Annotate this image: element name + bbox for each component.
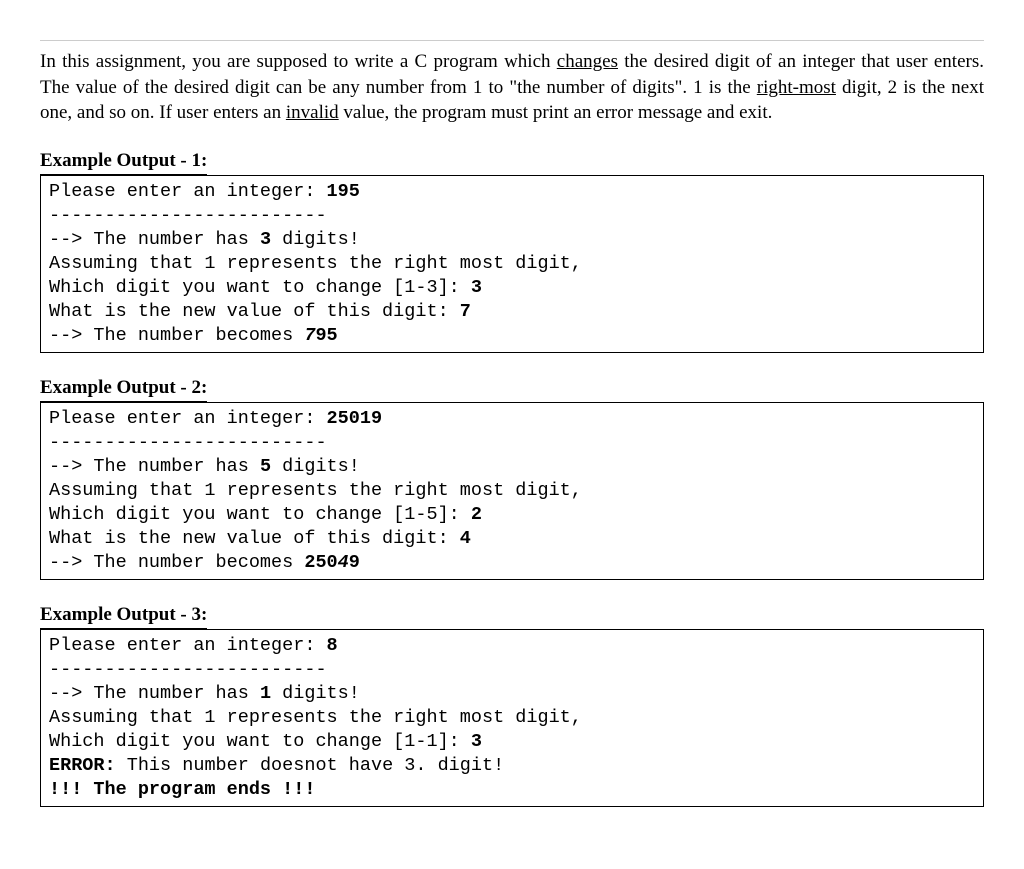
example-2-output: Please enter an integer: 25019----------… [40,402,984,580]
output-segment: Assuming that 1 represents the right mos… [49,480,582,501]
output-line: Please enter an integer: 8 [49,634,975,658]
output-segment: This number doesnot have 3. digit! [116,755,505,776]
output-segment: 95 [315,325,337,346]
output-segment: What is the new value of this digit: [49,528,460,549]
output-segment: 195 [327,181,360,202]
intro-changes: changes [557,51,618,72]
example-2: Example Output - 2: Please enter an inte… [40,375,984,580]
output-line: --> The number has 5 digits! [49,455,975,479]
output-segment: 3 [471,277,482,298]
output-segment: Assuming that 1 represents the right mos… [49,253,582,274]
intro-text-4: value, the program must print an error m… [339,102,773,123]
output-segment: ERROR: [49,755,116,776]
output-segment: 3 [471,731,482,752]
output-line: !!! The program ends !!! [49,778,975,802]
example-2-title: Example Output - 2: [40,375,207,402]
intro-paragraph: In this assignment, you are supposed to … [40,49,984,126]
output-line: --> The number becomes 795 [49,324,975,348]
output-segment: 9 [349,552,360,573]
output-line: Assuming that 1 represents the right mos… [49,252,975,276]
top-divider [40,40,984,41]
output-segment: --> The number has [49,456,260,477]
output-segment: digits! [271,456,360,477]
example-1: Example Output - 1: Please enter an inte… [40,148,984,353]
output-line: --> The number becomes 25049 [49,551,975,575]
example-3: Example Output - 3: Please enter an inte… [40,602,984,807]
output-line: Please enter an integer: 25019 [49,407,975,431]
output-line: Please enter an integer: 195 [49,180,975,204]
output-segment: Which digit you want to change [1-5]: [49,504,471,525]
output-segment: --> The number becomes [49,325,304,346]
output-segment: 250 [304,552,337,573]
output-line: ERROR: This number doesnot have 3. digit… [49,754,975,778]
output-segment: Assuming that 1 represents the right mos… [49,707,582,728]
intro-text-1: In this assignment, you are supposed to … [40,51,557,72]
output-line: Assuming that 1 represents the right mos… [49,479,975,503]
output-segment: ------------------------- [49,432,327,453]
intro-invalid: invalid [286,102,339,123]
output-segment: 5 [260,456,271,477]
output-segment: 25019 [327,408,383,429]
output-segment: !!! The program ends !!! [49,779,315,800]
output-line: --> The number has 1 digits! [49,682,975,706]
output-segment: What is the new value of this digit: [49,301,460,322]
output-line: What is the new value of this digit: 4 [49,527,975,551]
output-segment: Please enter an integer: [49,408,327,429]
output-line: Assuming that 1 represents the right mos… [49,706,975,730]
intro-rightmost: right-most [757,77,836,98]
output-segment: 7 [304,325,315,346]
output-segment: Which digit you want to change [1-3]: [49,277,471,298]
output-segment: 1 [260,683,271,704]
example-3-output: Please enter an integer: 8--------------… [40,629,984,807]
output-segment: Please enter an integer: [49,181,327,202]
output-segment: --> The number becomes [49,552,304,573]
output-segment: digits! [271,683,360,704]
output-segment: ------------------------- [49,659,327,680]
output-segment: Please enter an integer: [49,635,327,656]
output-segment: 7 [460,301,471,322]
output-segment: --> The number has [49,229,260,250]
output-line: Which digit you want to change [1-1]: 3 [49,730,975,754]
output-segment: 2 [471,504,482,525]
output-line: Which digit you want to change [1-5]: 2 [49,503,975,527]
example-1-title: Example Output - 1: [40,148,207,175]
output-line: --> The number has 3 digits! [49,228,975,252]
output-segment: 4 [338,552,349,573]
example-1-output: Please enter an integer: 195------------… [40,175,984,353]
output-line: What is the new value of this digit: 7 [49,300,975,324]
output-segment: 8 [327,635,338,656]
output-line: Which digit you want to change [1-3]: 3 [49,276,975,300]
output-segment: 3 [260,229,271,250]
output-segment: --> The number has [49,683,260,704]
output-segment: ------------------------- [49,205,327,226]
output-line: ------------------------- [49,431,975,455]
output-line: ------------------------- [49,204,975,228]
output-segment: digits! [271,229,360,250]
output-segment: Which digit you want to change [1-1]: [49,731,471,752]
output-segment: 4 [460,528,471,549]
example-3-title: Example Output - 3: [40,602,207,629]
output-line: ------------------------- [49,658,975,682]
